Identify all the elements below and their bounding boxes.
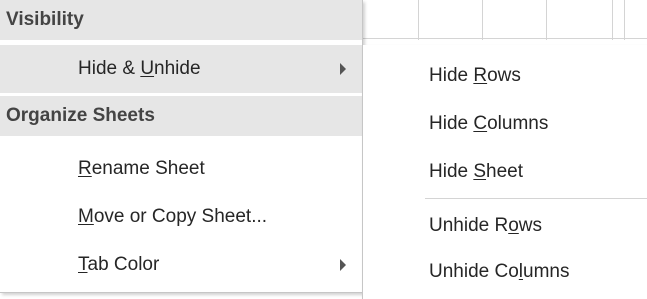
hide-unhide-menu-item[interactable]: Hide & Unhide <box>0 45 362 93</box>
rename-sheet-label: Rename Sheet <box>78 158 205 179</box>
sheet-grid <box>362 0 647 40</box>
visibility-section-header: Visibility <box>0 0 362 40</box>
chevron-right-icon <box>340 259 346 271</box>
menu-separator <box>425 198 647 199</box>
unhide-rows-menu-item[interactable]: Unhide Rows <box>363 202 647 250</box>
hide-columns-menu-item[interactable]: Hide Columns <box>363 100 647 148</box>
rename-sheet-menu-item[interactable]: Rename Sheet <box>0 145 362 193</box>
format-sheet-menu: Visibility Hide & Unhide Organize Sheets… <box>0 0 363 293</box>
chevron-right-icon <box>340 63 346 75</box>
hide-unhide-label: Hide & Unhide <box>78 58 201 79</box>
move-copy-sheet-menu-item[interactable]: Move or Copy Sheet... <box>0 193 362 241</box>
hide-unhide-submenu: Hide Rows Hide Columns Hide Sheet Unhide… <box>362 45 647 299</box>
move-copy-sheet-label: Move or Copy Sheet... <box>78 206 268 227</box>
organize-sheets-section-header: Organize Sheets <box>0 96 362 136</box>
tab-color-label: Tab Color <box>78 254 160 275</box>
hide-rows-menu-item[interactable]: Hide Rows <box>363 52 647 100</box>
hide-sheet-menu-item[interactable]: Hide Sheet <box>363 148 647 196</box>
tab-color-menu-item[interactable]: Tab Color <box>0 241 362 289</box>
unhide-columns-menu-item[interactable]: Unhide Columns <box>363 248 647 296</box>
